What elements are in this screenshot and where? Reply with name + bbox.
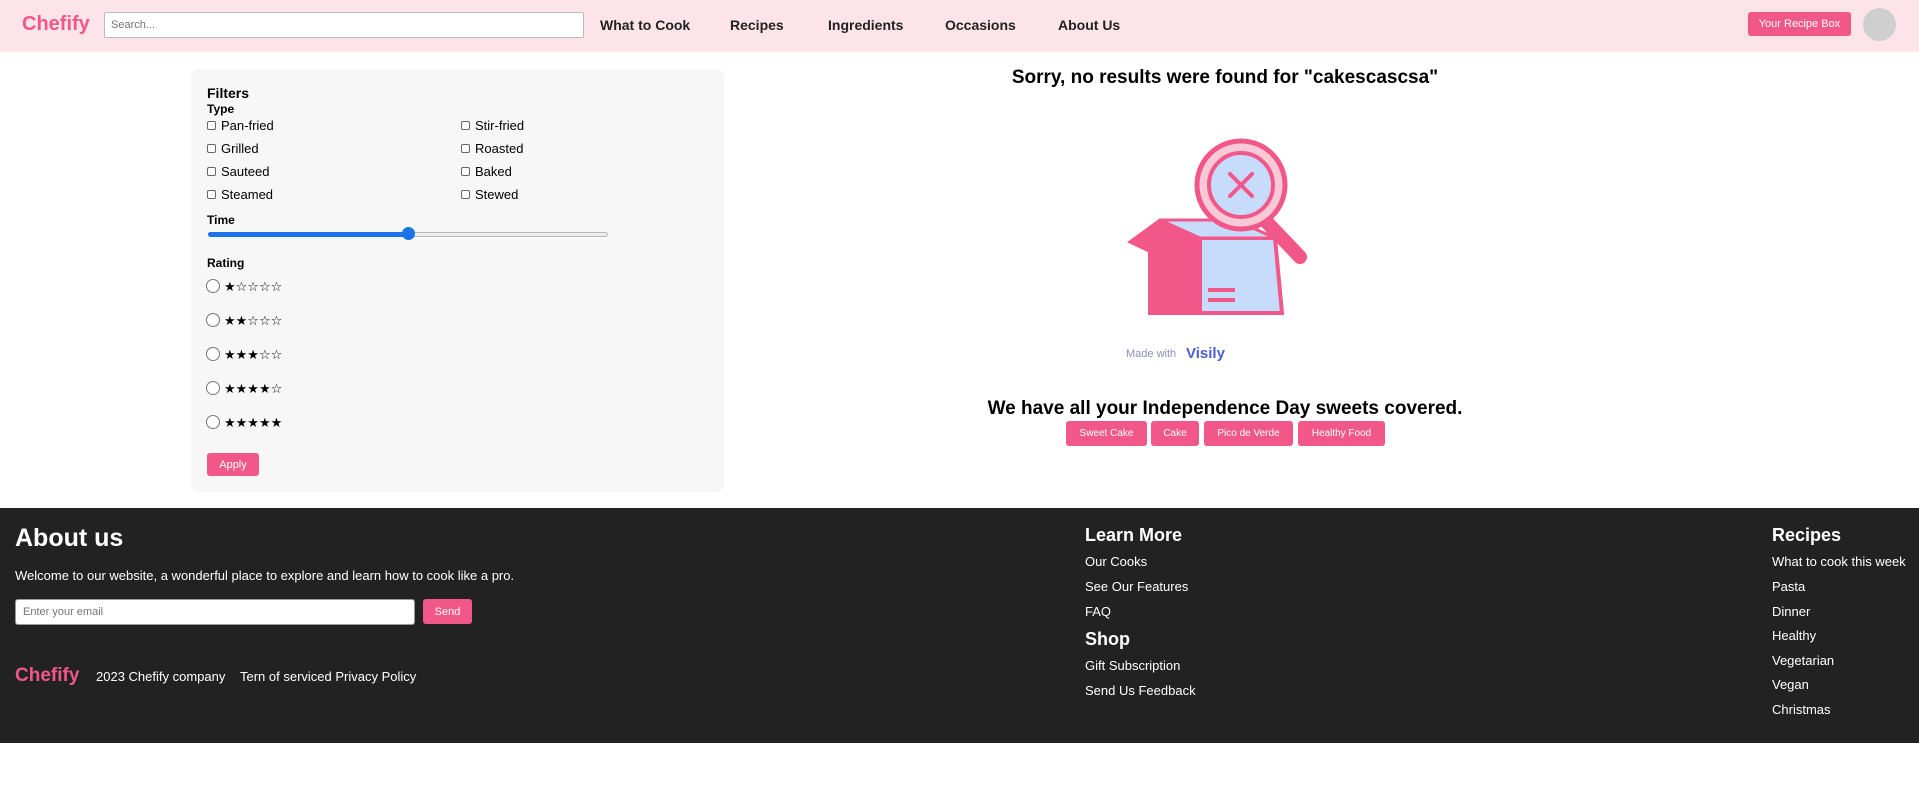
tag-cake[interactable]: Cake <box>1151 421 1199 446</box>
time-label: Time <box>207 213 235 227</box>
nav-recipes[interactable]: Recipes <box>730 17 784 33</box>
link-send-us-feedback[interactable]: Send Us Feedback <box>1085 683 1196 698</box>
tag-sweet-cake[interactable]: Sweet Cake <box>1066 421 1147 446</box>
no-results-message: Sorry, no results were found for "cakesc… <box>1011 67 1439 88</box>
avatar[interactable] <box>1863 8 1896 41</box>
type-checkbox-stewed[interactable]: Stewed <box>461 187 518 202</box>
rating-option-4[interactable]: ★★★★☆ <box>206 380 283 397</box>
nav-occasions[interactable]: Occasions <box>945 17 1016 33</box>
link-vegetarian[interactable]: Vegetarian <box>1772 653 1834 668</box>
checkbox-label: Steamed <box>221 187 274 202</box>
recipes-heading: Recipes <box>1772 525 1842 545</box>
radio-icon[interactable] <box>206 380 220 395</box>
star-rating: ★★★★★ <box>224 416 283 431</box>
link-dinner[interactable]: Dinner <box>1772 604 1810 619</box>
checkbox-label: Sauteed <box>221 164 270 179</box>
type-checkbox-baked[interactable]: Baked <box>461 164 512 179</box>
link-our-cooks[interactable]: Our Cooks <box>1085 554 1147 569</box>
link-healthy[interactable]: Healthy <box>1772 628 1816 643</box>
search-input[interactable] <box>104 12 584 38</box>
type-checkbox-steamed[interactable]: Steamed <box>207 187 273 202</box>
checkbox-icon[interactable] <box>207 190 216 199</box>
empty-search-illustration: Made with Visily <box>1126 138 1307 362</box>
checkbox-label: Pan-fried <box>221 118 274 133</box>
welcome-text: Welcome to our website, a wonderful plac… <box>15 568 515 583</box>
footer-brand-logo[interactable]: Chefify <box>15 665 79 687</box>
checkbox-label: Stewed <box>475 187 519 202</box>
rating-option-3[interactable]: ★★★☆☆ <box>206 346 283 363</box>
terms-privacy-link[interactable]: Tern of serviced Privacy Policy <box>240 669 416 684</box>
shop-heading: Shop <box>1085 629 1130 649</box>
link-pasta[interactable]: Pasta <box>1772 579 1805 594</box>
apply-button[interactable]: Apply <box>207 453 259 476</box>
type-checkbox-stir-fried[interactable]: Stir-fried <box>461 118 524 133</box>
rating-label: Rating <box>207 256 245 270</box>
footer: About us Welcome to our website, a wonde… <box>0 508 1919 743</box>
link-gift-subscription[interactable]: Gift Subscription <box>1085 658 1180 673</box>
send-button[interactable]: Send <box>423 599 472 624</box>
checkbox-icon[interactable] <box>461 144 470 153</box>
star-rating: ★☆☆☆☆ <box>224 280 283 295</box>
radio-icon[interactable] <box>206 312 220 327</box>
rating-option-1[interactable]: ★☆☆☆☆ <box>206 278 283 295</box>
radio-icon[interactable] <box>206 414 220 429</box>
link-what-to-cook-this-week[interactable]: What to cook this week <box>1772 554 1906 569</box>
checkbox-icon[interactable] <box>207 167 216 176</box>
nav-ingredients[interactable]: Ingredients <box>828 17 903 33</box>
occasion-headline: We have all your Independence Day sweets… <box>987 398 1463 419</box>
star-rating: ★★★★☆ <box>224 382 283 397</box>
time-slider-fill <box>208 232 408 237</box>
recipe-box-button[interactable]: Your Recipe Box <box>1748 12 1851 36</box>
link-see-our-features[interactable]: See Our Features <box>1085 579 1188 594</box>
filters-title: Filters <box>207 85 250 101</box>
type-label: Type <box>207 102 235 116</box>
type-checkbox-sauteed[interactable]: Sauteed <box>207 164 269 179</box>
nav-about-us[interactable]: About Us <box>1058 17 1120 33</box>
tag-healthy-food[interactable]: Healthy Food <box>1298 421 1385 446</box>
made-with-text: Made with <box>1126 348 1176 360</box>
email-field[interactable] <box>15 599 415 625</box>
checkbox-icon[interactable] <box>461 167 470 176</box>
link-vegan[interactable]: Vegan <box>1772 677 1809 692</box>
time-slider-handle[interactable] <box>402 227 415 240</box>
radio-icon[interactable] <box>206 346 220 361</box>
brand-logo[interactable]: Chefify <box>22 13 90 36</box>
checkbox-icon[interactable] <box>207 144 216 153</box>
type-checkbox-roasted[interactable]: Roasted <box>461 141 523 156</box>
link-faq[interactable]: FAQ <box>1085 604 1111 619</box>
learn-more-heading: Learn More <box>1085 525 1183 545</box>
checkbox-label: Roasted <box>475 141 524 156</box>
nav-what-to-cook[interactable]: What to Cook <box>600 17 690 33</box>
star-rating: ★★☆☆☆ <box>224 314 283 329</box>
checkbox-icon[interactable] <box>461 121 470 130</box>
rating-option-5[interactable]: ★★★★★ <box>206 414 283 431</box>
checkbox-label: Grilled <box>221 141 259 156</box>
rating-option-2[interactable]: ★★☆☆☆ <box>206 312 283 329</box>
checkbox-label: Baked <box>475 164 512 179</box>
tag-pico-de-verde[interactable]: Pico de Verde <box>1204 421 1293 446</box>
checkbox-label: Stir-fried <box>475 118 525 133</box>
copyright-text: 2023 Chefify company <box>96 669 226 684</box>
star-rating: ★★★☆☆ <box>224 348 283 363</box>
about-us-heading: About us <box>15 524 124 552</box>
visily-logo: Visily <box>1186 345 1226 362</box>
checkbox-icon[interactable] <box>207 121 216 130</box>
link-christmas[interactable]: Christmas <box>1772 702 1831 717</box>
type-checkbox-grilled[interactable]: Grilled <box>207 141 259 156</box>
filters-panel: Filters Type Pan-fried Stir-fried Grille… <box>191 69 724 492</box>
type-checkbox-pan-fried[interactable]: Pan-fried <box>207 118 274 133</box>
top-header: Chefify What to Cook Recipes Ingredients… <box>0 0 1919 52</box>
checkbox-icon[interactable] <box>461 190 470 199</box>
radio-icon[interactable] <box>206 278 220 293</box>
